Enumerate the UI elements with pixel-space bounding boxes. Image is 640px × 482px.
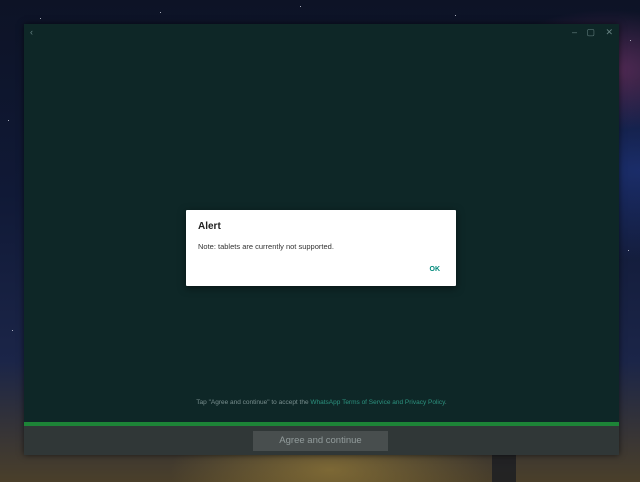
star [40,18,41,19]
star [455,15,456,16]
star [630,40,631,41]
dialog-title: Alert [198,221,221,232]
star [160,12,161,13]
star [12,330,13,331]
star [300,6,301,7]
star [8,120,9,121]
wallpaper-silhouette [492,455,516,482]
star [628,250,629,251]
dialog-message: Note: tablets are currently not supporte… [198,242,334,251]
alert-dialog: Alert Note: tablets are currently not su… [186,210,456,286]
ok-button[interactable]: OK [430,266,441,273]
